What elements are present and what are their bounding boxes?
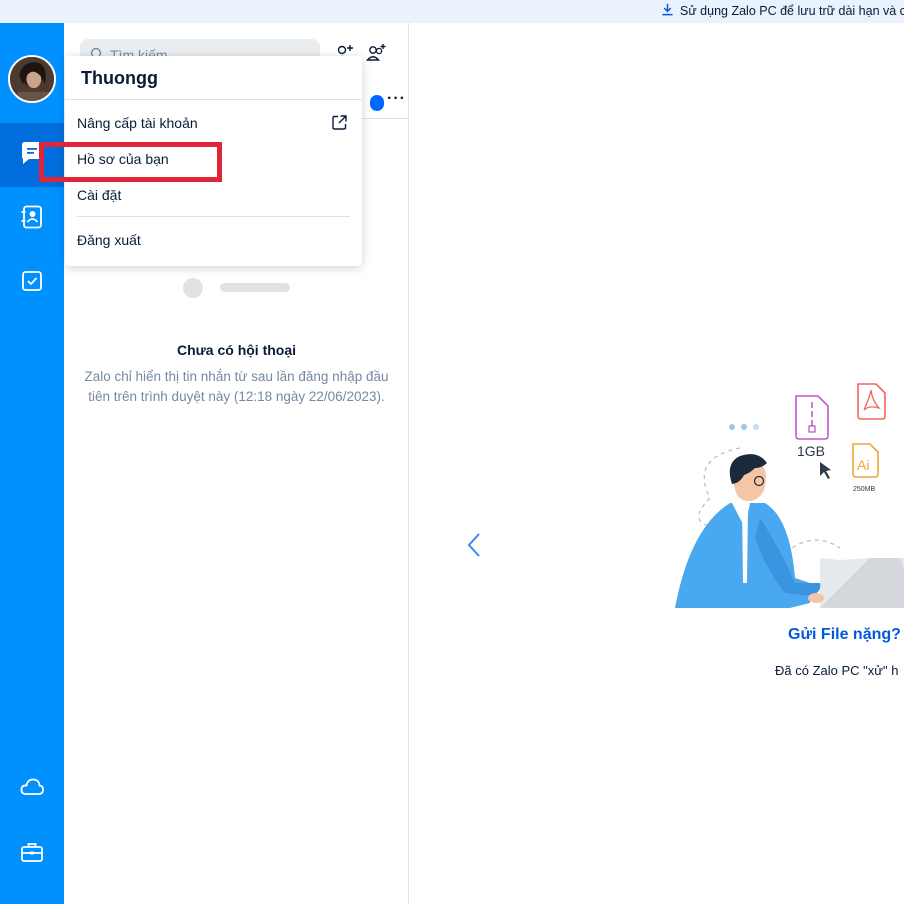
download-banner[interactable]: Sử dụng Zalo PC để lưu trữ dài hạn và c [0, 0, 904, 23]
promo-description: Đã có Zalo PC "xử" h [775, 663, 899, 678]
external-link-icon [331, 114, 348, 131]
menu-divider [65, 99, 362, 100]
promo-title: Gửi File nặng? [788, 626, 901, 643]
menu-item-label: Nâng cấp tài khoản [77, 115, 198, 131]
empty-state-title: Chưa có hội thoại [176, 342, 297, 358]
unread-badge [370, 95, 384, 111]
empty-state-description: Zalo chỉ hiển thị tin nhắn từ sau lần đă… [84, 369, 389, 404]
file-size-text: 1GB [797, 443, 825, 459]
nav-tools[interactable] [0, 822, 64, 886]
download-icon [661, 3, 674, 19]
highlight-box [39, 142, 222, 182]
cloud-icon [19, 774, 45, 805]
menu-user-name: Thuongg [81, 68, 158, 88]
file-transfer-illustration: 1GB Ai 250MB [670, 378, 904, 608]
more-options-icon[interactable]: ··· [387, 90, 406, 108]
ai-label-text: Ai [857, 457, 869, 473]
nav-todo[interactable] [0, 251, 64, 315]
placeholder-line [220, 283, 290, 292]
contacts-icon [19, 204, 45, 235]
main-pane: 1GB Ai 250MB Gửi File nặng? Đã có Zalo P… [410, 23, 904, 904]
avatar[interactable] [8, 55, 56, 103]
banner-text[interactable]: Sử dụng Zalo PC để lưu trữ dài hạn và c [680, 4, 904, 18]
menu-item-upgrade[interactable]: Nâng cấp tài khoản [65, 105, 362, 141]
menu-item-logout[interactable]: Đăng xuất [65, 222, 362, 258]
ai-size-text: 250MB [853, 486, 876, 493]
previous-slide-button[interactable] [466, 531, 484, 559]
nav-contacts[interactable] [0, 187, 64, 251]
add-group-icon [365, 42, 387, 69]
placeholder-avatar [183, 278, 203, 298]
menu-item-settings[interactable]: Cài đặt [65, 177, 362, 213]
menu-item-label: Cài đặt [77, 187, 122, 203]
checkbox-icon [19, 268, 45, 299]
nav-cloud[interactable] [0, 757, 64, 821]
briefcase-icon [19, 839, 45, 870]
chevron-left-icon [466, 533, 484, 563]
menu-item-label: Đăng xuất [77, 232, 141, 248]
create-group-button[interactable] [364, 43, 388, 67]
menu-divider [77, 216, 350, 217]
